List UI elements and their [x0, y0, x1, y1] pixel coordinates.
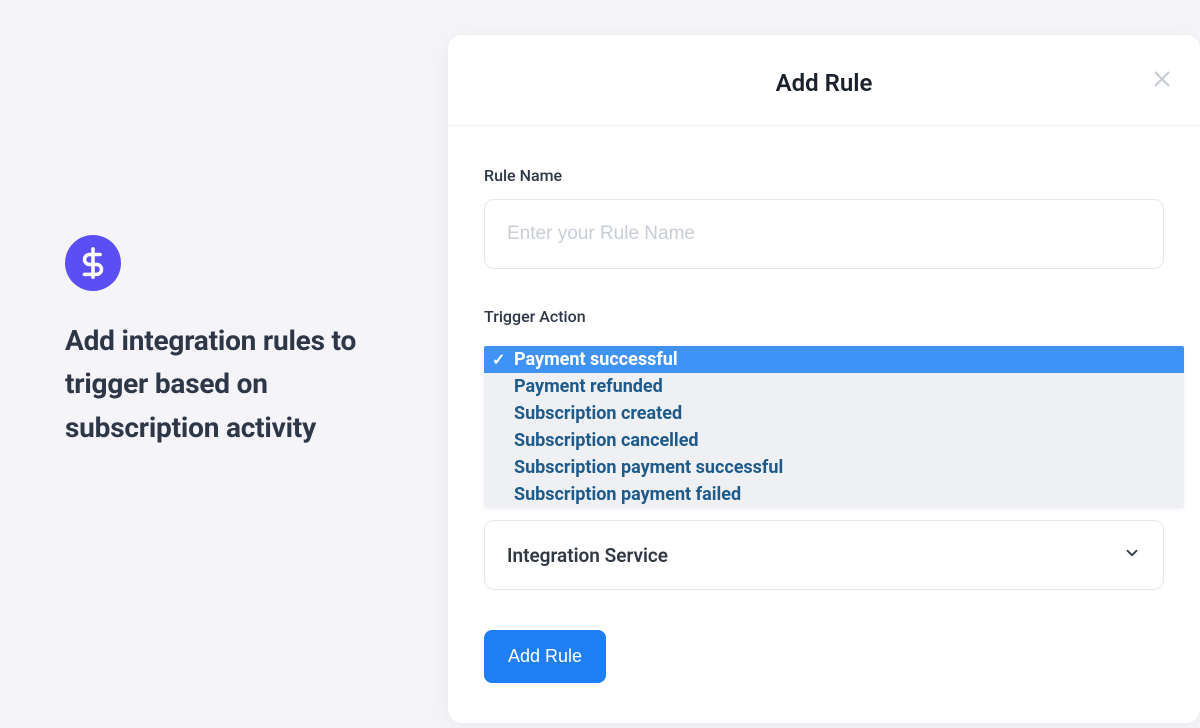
- onboarding-headline: Add integration rules to trigger based o…: [65, 319, 405, 449]
- integration-service-select[interactable]: Integration Service: [484, 520, 1164, 590]
- option-label: Subscription payment failed: [514, 484, 741, 505]
- check-icon: ✓: [492, 350, 505, 369]
- trigger-action-group: Trigger Action: [484, 307, 1164, 326]
- modal-footer: Add Rule: [448, 630, 1200, 683]
- add-rule-button[interactable]: Add Rule: [484, 630, 606, 683]
- option-label: Subscription payment successful: [514, 457, 783, 478]
- trigger-option-subscription-payment-successful[interactable]: Subscription payment successful: [484, 454, 1184, 481]
- option-label: Payment successful: [514, 349, 678, 370]
- modal-header: Add Rule: [448, 35, 1200, 126]
- option-label: Subscription created: [514, 403, 682, 424]
- close-icon: [1151, 68, 1173, 90]
- rule-name-label: Rule Name: [484, 166, 1164, 185]
- add-rule-modal: Add Rule Rule Name Trigger Action ✓ Paym…: [448, 35, 1200, 723]
- trigger-action-label: Trigger Action: [484, 307, 1164, 326]
- modal-body: Rule Name Trigger Action ✓ Payment succe…: [448, 126, 1200, 590]
- onboarding-left-panel: Add integration rules to trigger based o…: [65, 235, 405, 449]
- integration-service-value: Integration Service: [507, 544, 668, 567]
- trigger-option-subscription-created[interactable]: Subscription created: [484, 400, 1184, 427]
- close-button[interactable]: [1146, 63, 1178, 95]
- trigger-option-payment-successful[interactable]: ✓ Payment successful: [484, 346, 1184, 373]
- trigger-option-subscription-cancelled[interactable]: Subscription cancelled: [484, 427, 1184, 454]
- option-label: Payment refunded: [514, 376, 663, 397]
- modal-title: Add Rule: [776, 69, 873, 97]
- trigger-action-dropdown[interactable]: ✓ Payment successful Payment refunded Su…: [484, 346, 1184, 508]
- rule-name-group: Rule Name: [484, 166, 1164, 269]
- chevron-down-icon: [1123, 544, 1141, 566]
- trigger-option-payment-refunded[interactable]: Payment refunded: [484, 373, 1184, 400]
- rule-name-input[interactable]: [484, 199, 1164, 269]
- dollar-icon: [65, 235, 121, 291]
- trigger-option-subscription-payment-failed[interactable]: Subscription payment failed: [484, 481, 1184, 508]
- option-label: Subscription cancelled: [514, 430, 699, 451]
